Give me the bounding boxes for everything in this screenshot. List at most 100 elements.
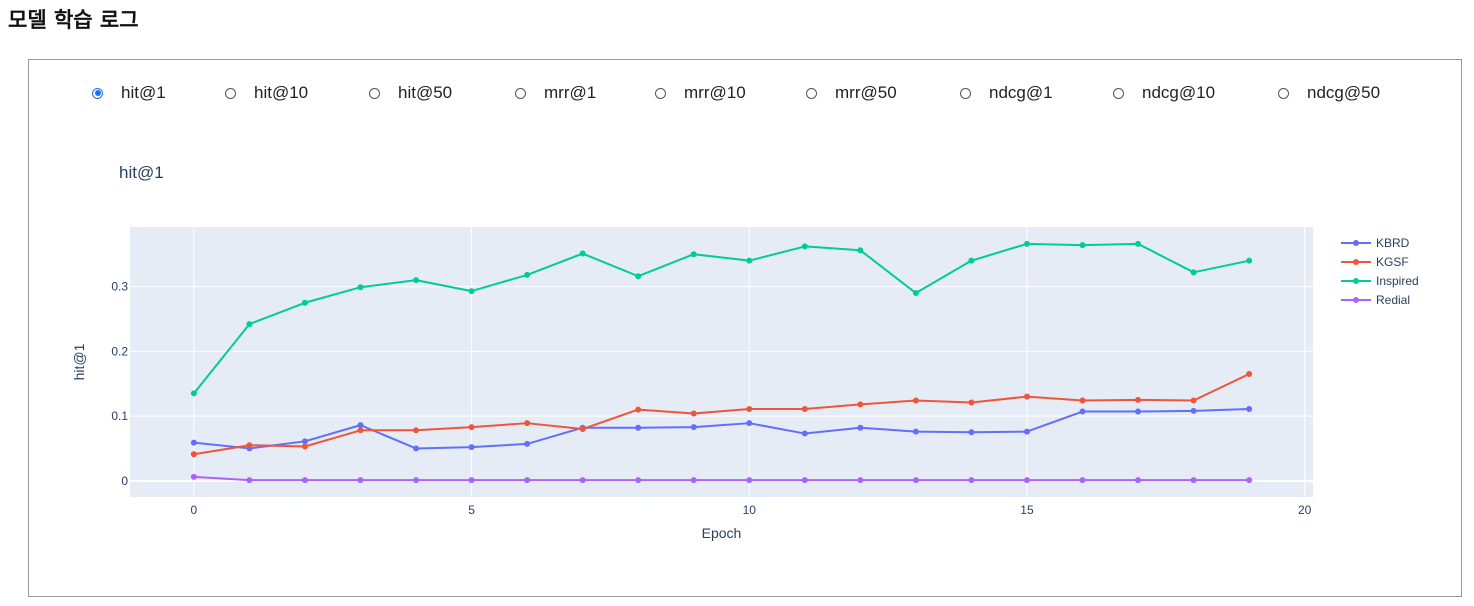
data-point <box>1079 477 1086 484</box>
y-tick-label: 0.1 <box>111 409 128 423</box>
data-point <box>912 428 919 435</box>
data-point <box>1246 477 1253 484</box>
y-tick-label: 0.2 <box>111 344 128 358</box>
data-point <box>357 427 364 434</box>
data-point <box>1135 477 1142 484</box>
chart-title: hit@1 <box>119 163 164 182</box>
data-point <box>1190 397 1197 404</box>
data-point <box>357 422 364 429</box>
data-point <box>1079 397 1086 404</box>
x-axis-title: Epoch <box>702 525 742 541</box>
data-point <box>524 477 531 484</box>
y-tick-label: 0 <box>121 474 128 488</box>
data-point <box>1135 408 1142 415</box>
x-tick-label: 20 <box>1298 503 1312 517</box>
data-point <box>1079 242 1086 249</box>
legend-marker <box>1353 297 1359 303</box>
data-point <box>968 429 975 436</box>
x-tick-label: 10 <box>743 503 757 517</box>
legend-marker <box>1353 278 1359 284</box>
data-point <box>190 473 197 480</box>
data-point <box>635 477 642 484</box>
x-tick-label: 0 <box>191 503 198 517</box>
legend-marker <box>1353 240 1359 246</box>
data-point <box>801 405 808 412</box>
data-point <box>190 451 197 458</box>
data-point <box>857 247 864 254</box>
data-point <box>912 397 919 404</box>
data-point <box>968 477 975 484</box>
legend-item[interactable]: KGSF <box>1341 255 1409 269</box>
page-title: 모델 학습 로그 <box>8 8 139 32</box>
data-point <box>690 410 697 417</box>
data-point <box>1023 428 1030 435</box>
data-point <box>1246 257 1253 264</box>
data-point <box>857 477 864 484</box>
data-point <box>468 477 475 484</box>
legend: KBRD KGSF Inspired Redial <box>1341 236 1419 307</box>
data-point <box>746 405 753 412</box>
data-point <box>190 390 197 397</box>
data-point <box>413 445 420 452</box>
data-point <box>524 420 531 427</box>
legend-marker <box>1353 259 1359 265</box>
data-point <box>524 440 531 447</box>
data-point <box>801 430 808 437</box>
data-point <box>746 257 753 264</box>
data-point <box>690 424 697 431</box>
legend-item[interactable]: KBRD <box>1341 236 1410 250</box>
data-point <box>1190 407 1197 414</box>
data-point <box>357 477 364 484</box>
data-point <box>579 426 586 433</box>
data-point <box>246 442 253 449</box>
data-point <box>357 284 364 291</box>
data-point <box>413 477 420 484</box>
legend-label: Redial <box>1376 293 1410 307</box>
legend-label: KGSF <box>1376 255 1409 269</box>
data-point <box>1246 370 1253 377</box>
data-point <box>635 424 642 431</box>
data-point <box>1023 477 1030 484</box>
data-point <box>190 439 197 446</box>
data-point <box>301 477 308 484</box>
data-point <box>579 477 586 484</box>
data-point <box>524 271 531 278</box>
data-point <box>468 288 475 295</box>
data-point <box>690 251 697 258</box>
data-point <box>301 443 308 450</box>
data-point <box>1023 393 1030 400</box>
data-point <box>635 406 642 413</box>
data-point <box>413 427 420 434</box>
data-point <box>1023 240 1030 247</box>
data-point <box>1190 269 1197 276</box>
legend-label: KBRD <box>1376 236 1410 250</box>
data-point <box>801 477 808 484</box>
data-point <box>246 321 253 328</box>
y-tick-label: 0.3 <box>111 280 128 294</box>
data-point <box>912 477 919 484</box>
data-point <box>468 444 475 451</box>
legend-item[interactable]: Inspired <box>1341 274 1419 288</box>
data-point <box>746 420 753 427</box>
data-point <box>635 273 642 280</box>
legend-item[interactable]: Redial <box>1341 293 1410 307</box>
legend-label: Inspired <box>1376 274 1419 288</box>
data-point <box>301 438 308 445</box>
data-point <box>468 424 475 431</box>
data-point <box>690 477 697 484</box>
plot-area <box>130 227 1313 497</box>
y-axis-title: hit@1 <box>71 343 87 380</box>
data-point <box>1246 405 1253 412</box>
data-point <box>301 299 308 306</box>
data-point <box>857 424 864 431</box>
line-chart: 0 5 10 15 20 0 0.1 0.2 0.3 hit@1 Epoch hit@1 KBRD KGS… <box>71 163 1419 541</box>
chart-panel: hit@1 hit@10 hit@50 mrr@1 mrr@10 mrr@50 ndcg@1… <box>28 59 1462 597</box>
data-point <box>579 250 586 257</box>
data-point <box>1190 477 1197 484</box>
data-point <box>1079 408 1086 415</box>
data-point <box>912 290 919 297</box>
data-point <box>246 477 253 484</box>
x-tick-label: 15 <box>1020 503 1034 517</box>
data-point <box>968 399 975 406</box>
x-tick-label: 5 <box>468 503 475 517</box>
